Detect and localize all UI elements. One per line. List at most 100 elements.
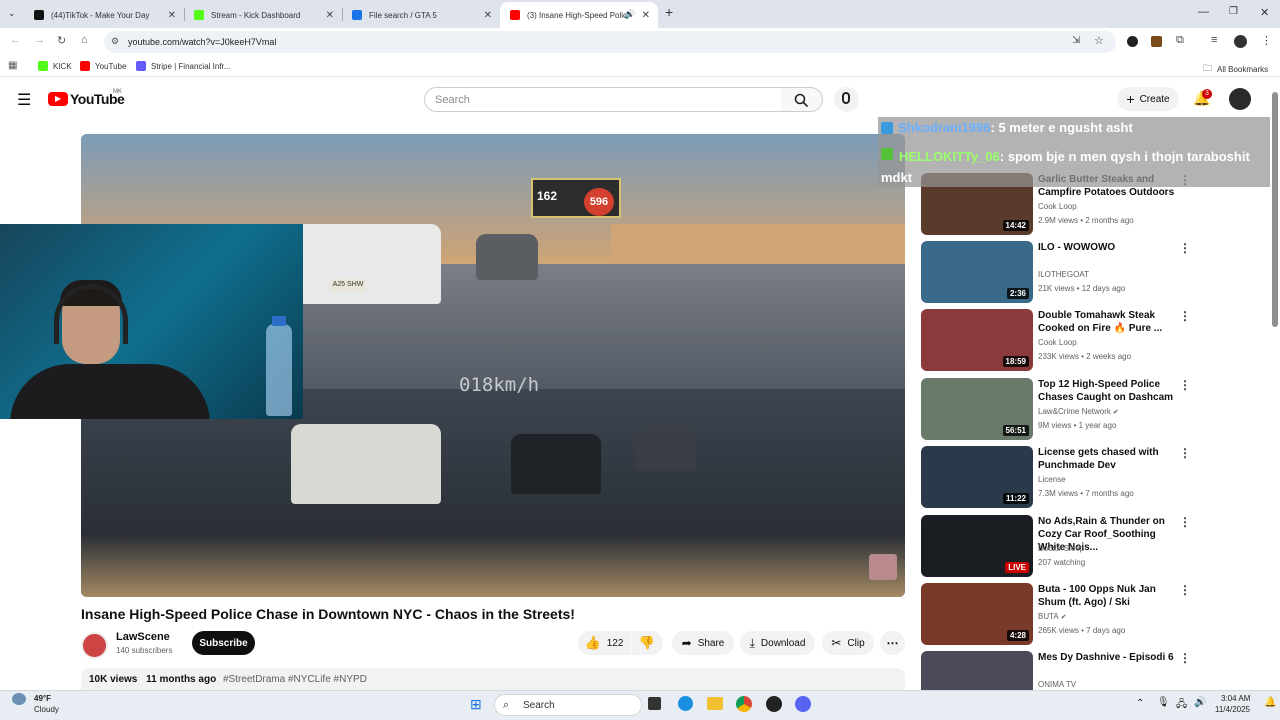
recommendation-thumbnail[interactable]: 18:59	[921, 309, 1033, 371]
install-app-icon[interactable]: ⇲	[1072, 35, 1080, 46]
recommendation-title[interactable]: ILO - WOWOWO	[1038, 241, 1178, 254]
create-button[interactable]: + Create	[1117, 87, 1179, 111]
recommendation-title[interactable]: Double Tomahawk Steak Cooked on Fire 🔥 P…	[1038, 309, 1178, 335]
recommendation-title[interactable]: Mes Dy Dashnive - Episodi 6	[1038, 651, 1178, 664]
tab-search-icon[interactable]: ⌄	[8, 8, 16, 19]
reload-icon[interactable]: ↻	[57, 34, 66, 47]
more-vertical-icon[interactable]: ⋮	[1179, 583, 1191, 597]
clock-date[interactable]: 11/4/2025	[1215, 705, 1250, 714]
profile-avatar[interactable]	[1234, 35, 1247, 48]
notification-center-icon[interactable]: 🔔	[1264, 697, 1276, 708]
close-icon[interactable]: ✕	[484, 10, 492, 21]
recommendation-channel[interactable]: Cook Loop	[1038, 202, 1077, 211]
recommendation-channel[interactable]: Doctor Sleep	[1038, 544, 1084, 553]
more-vertical-icon[interactable]: ⋮	[1179, 378, 1191, 392]
recommendation-thumbnail[interactable]: LIVE	[921, 515, 1033, 577]
bookmark-stripe[interactable]: Stripe | Financial Infr...	[136, 61, 230, 71]
recommendation-item[interactable]: 11:22 License gets chased with Punchmade …	[921, 446, 1261, 508]
url-text[interactable]: youtube.com/watch?v=J0keeH7Vmal	[128, 37, 276, 47]
taskbar-search[interactable]: ⌕ Search	[494, 694, 642, 716]
bookmark-star-icon[interactable]: ☆	[1094, 34, 1104, 47]
restore-icon[interactable]: ❐	[1229, 6, 1238, 17]
extension-icon[interactable]	[1151, 36, 1162, 47]
search-button[interactable]	[781, 87, 823, 112]
media-control-icon[interactable]: ≡	[1211, 34, 1217, 46]
close-icon[interactable]: ✕	[642, 10, 650, 21]
site-info-icon[interactable]: ⚙	[111, 36, 119, 47]
more-vertical-icon[interactable]: ⋮	[1179, 651, 1191, 665]
task-view-icon[interactable]	[648, 697, 661, 710]
more-vertical-icon[interactable]: ⋮	[1179, 446, 1191, 460]
account-avatar[interactable]	[1229, 88, 1251, 110]
tab-youtube[interactable]: (3) Insane High-Speed Polic 🔊 ✕	[500, 2, 658, 28]
extensions-puzzle-icon[interactable]: ⧉	[1176, 34, 1184, 47]
recommendation-thumbnail[interactable]: 2:36	[921, 241, 1033, 303]
weather-condition[interactable]: Cloudy	[34, 705, 59, 714]
speaker-icon[interactable]: 🔊	[624, 9, 635, 20]
window-close-icon[interactable]: ✕	[1260, 6, 1269, 19]
chrome-icon[interactable]	[736, 696, 752, 712]
tab-gta5[interactable]: File search / GTA 5 ✕	[342, 2, 500, 28]
forward-icon[interactable]: →	[34, 34, 45, 46]
recommendation-thumbnail[interactable]: 56:51	[921, 378, 1033, 440]
recommendation-item[interactable]: 2:36 ILO - WOWOWO ILOTHEGOAT 21K views • 12…	[921, 241, 1261, 303]
volume-icon[interactable]: 🔊	[1194, 697, 1206, 708]
clip-button[interactable]: ✂ Clip	[822, 631, 874, 655]
channel-avatar[interactable]	[81, 632, 108, 659]
network-icon[interactable]: 🖧	[1176, 697, 1187, 714]
download-button[interactable]: ⤓ Download	[740, 631, 815, 655]
search-input[interactable]: Search	[424, 87, 782, 112]
recommendation-channel[interactable]: License	[1038, 475, 1066, 484]
hashtags[interactable]: #StreetDrama #NYCLife #NYPD	[223, 674, 367, 685]
description-box[interactable]: 10K views 11 months ago #StreetDrama #NY…	[81, 668, 905, 690]
clock-time[interactable]: 3:04 AM	[1221, 694, 1250, 703]
close-icon[interactable]: ✕	[326, 10, 334, 21]
back-icon[interactable]: ←	[10, 34, 21, 46]
recommendation-channel[interactable]: Law&Crime Network ✔	[1038, 407, 1119, 416]
recommendation-item[interactable]: LIVE No Ads,Rain & Thunder on Cozy Car Ro…	[921, 515, 1261, 577]
hamburger-menu-icon[interactable]: ☰	[17, 90, 31, 110]
extension-icon[interactable]	[1127, 36, 1138, 47]
weather-cloud-icon[interactable]	[12, 693, 26, 705]
microphone-icon[interactable]: 🎙	[1157, 697, 1170, 708]
discord-icon[interactable]	[795, 696, 811, 712]
recommendation-channel[interactable]: BUTA ✔	[1038, 612, 1067, 621]
minimize-icon[interactable]: —	[1198, 6, 1209, 18]
obs-icon[interactable]	[766, 696, 782, 712]
recommendation-channel[interactable]: ILOTHEGOAT	[1038, 270, 1089, 279]
weather-temperature[interactable]: 49°F	[34, 694, 51, 703]
like-button[interactable]: 👍 122	[578, 631, 630, 655]
recommendation-channel[interactable]: Cook Loop	[1038, 338, 1077, 347]
voice-search-button[interactable]	[834, 87, 859, 112]
tab-kick[interactable]: Stream - Kick Dashboard ✕	[184, 2, 342, 28]
close-icon[interactable]: ✕	[168, 10, 176, 21]
more-vertical-icon[interactable]: ⋮	[1179, 309, 1191, 323]
channel-name[interactable]: LawScene	[116, 631, 170, 643]
tab-tiktok[interactable]: (44)TikTok - Make Your Day ✕	[24, 2, 184, 28]
tray-overflow-icon[interactable]: ⌃	[1136, 698, 1144, 709]
youtube-logo-icon[interactable]: ▶	[48, 92, 68, 106]
more-vertical-icon[interactable]: ⋮	[1179, 515, 1191, 529]
dislike-button[interactable]: 👎	[631, 631, 663, 655]
home-icon[interactable]: ⌂	[81, 34, 88, 46]
windows-start-icon[interactable]: ⊞	[470, 696, 482, 713]
share-button[interactable]: ➦ Share	[672, 631, 734, 655]
new-tab-button[interactable]: +	[665, 4, 673, 20]
channel-watermark-icon[interactable]	[869, 554, 897, 580]
recommendation-title[interactable]: Buta - 100 Opps Nuk Jan Shum (ft. Ago) /…	[1038, 583, 1178, 609]
edge-icon[interactable]	[678, 696, 693, 711]
chrome-menu-icon[interactable]: ⋮	[1261, 34, 1272, 47]
recommendation-title[interactable]: Top 12 High-Speed Police Chases Caught o…	[1038, 378, 1178, 404]
subscribe-button[interactable]: Subscribe	[192, 631, 255, 655]
recommendation-thumbnail[interactable]: 4:28	[921, 583, 1033, 645]
apps-grid-icon[interactable]: ▦	[8, 60, 17, 71]
all-bookmarks[interactable]: 🗀 All Bookmarks	[1203, 61, 1268, 77]
more-actions-button[interactable]: ⋯	[880, 631, 905, 655]
file-explorer-icon[interactable]	[707, 697, 723, 710]
bookmark-kick[interactable]: KICK	[38, 61, 72, 71]
recommendation-item[interactable]: 56:51 Top 12 High-Speed Police Chases Cau…	[921, 378, 1261, 440]
scrollbar-thumb[interactable]	[1272, 92, 1278, 327]
bookmark-youtube[interactable]: YouTube	[80, 61, 126, 71]
recommendation-title[interactable]: License gets chased with Punchmade Dev	[1038, 446, 1178, 472]
recommendation-channel[interactable]: ONIMA TV	[1038, 680, 1076, 689]
